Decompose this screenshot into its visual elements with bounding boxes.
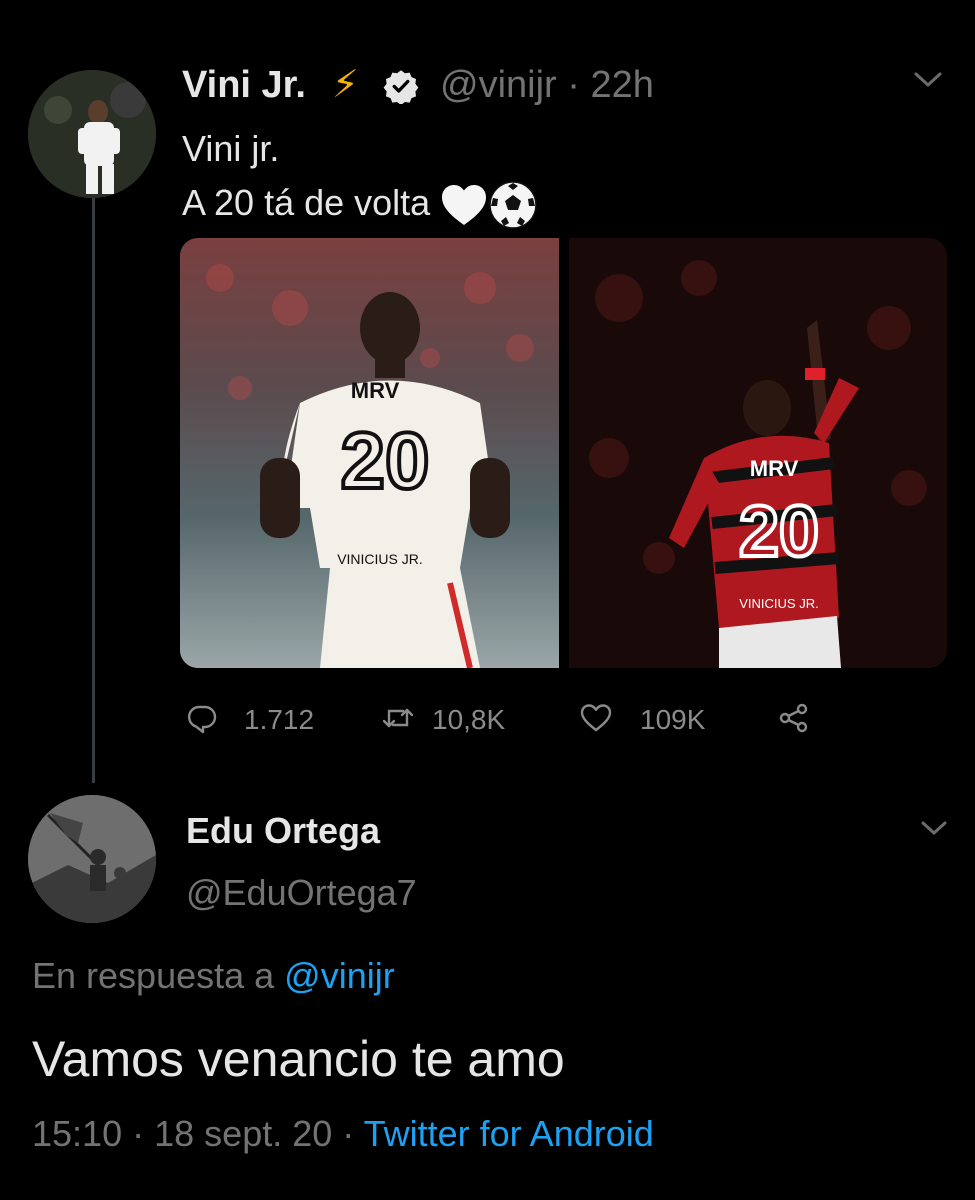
reply-author-avatar[interactable] (28, 795, 156, 923)
like-count: 109K (640, 704, 706, 735)
retweet-icon[interactable] (382, 702, 414, 734)
tweet-source-link[interactable]: Twitter for Android (364, 1113, 654, 1154)
tweet-photo-2[interactable]: MRV 20 VINICIUS JR. (569, 238, 947, 668)
svg-text:VINICIUS JR.: VINICIUS JR. (337, 551, 423, 567)
replying-to: En respuesta a @vinijr (32, 955, 395, 997)
reply-meta: 15:10 · 18 sept. 20 · Twitter for Androi… (32, 1113, 654, 1155)
svg-text:MRV: MRV (351, 378, 400, 403)
photo-player-celebrating-red-black-kit: MRV 20 VINICIUS JR. (569, 238, 947, 668)
author-handle-and-time: @vinijr · 22h (440, 64, 654, 107)
retweet-count: 10,8K (432, 704, 506, 735)
separator-dot: · (342, 1113, 355, 1154)
soccer-ball-icon (489, 181, 537, 230)
svg-text:20: 20 (341, 416, 430, 505)
svg-text:20: 20 (739, 492, 819, 572)
tweet-text-line-2-text: A 20 tá de volta (182, 182, 431, 223)
reply-date: 18 sept. 20 (154, 1113, 333, 1154)
thread-connector-line (92, 198, 95, 783)
reply-author-handle[interactable]: @EduOrtega7 (186, 872, 417, 914)
reply-author-name[interactable]: Edu Ortega (186, 810, 380, 852)
reply-time: 15:10 (32, 1113, 123, 1154)
author-name[interactable]: Vini Jr. (182, 64, 306, 107)
author-avatar[interactable] (28, 70, 156, 198)
svg-text:MRV: MRV (750, 456, 799, 481)
tweet-time[interactable]: 22h (590, 64, 653, 106)
replying-prefix: En respuesta a (32, 955, 275, 996)
separator-dot: · (567, 64, 580, 106)
separator-dot: · (132, 1113, 145, 1154)
like-icon[interactable] (580, 702, 612, 734)
share-icon[interactable] (778, 702, 810, 734)
replying-to-handle[interactable]: @vinijr (284, 955, 395, 996)
chevron-down-icon[interactable] (910, 66, 946, 94)
verified-badge-icon (383, 70, 419, 104)
svg-text:VINICIUS JR.: VINICIUS JR. (739, 596, 818, 611)
chevron-down-icon[interactable] (918, 816, 950, 842)
tweet-photo-1[interactable]: MRV 20 VINICIUS JR. (180, 238, 559, 668)
photo-player-back-white-kit: MRV 20 VINICIUS JR. (180, 238, 559, 668)
lightning-emoji: ⚡ (332, 64, 359, 106)
reply-icon[interactable] (186, 702, 218, 734)
tweet-text-line-1: Vini jr. (182, 128, 280, 169)
tweet-text-line-2: A 20 tá de volta (182, 176, 538, 230)
reply-count: 1.712 (244, 704, 315, 735)
reply-text: Vamos venancio te amo (32, 1031, 565, 1087)
tweet-text: Vini jr. A 20 tá de volta (182, 122, 538, 230)
white-heart-icon (442, 185, 487, 226)
author-handle[interactable]: @vinijr (440, 64, 557, 106)
